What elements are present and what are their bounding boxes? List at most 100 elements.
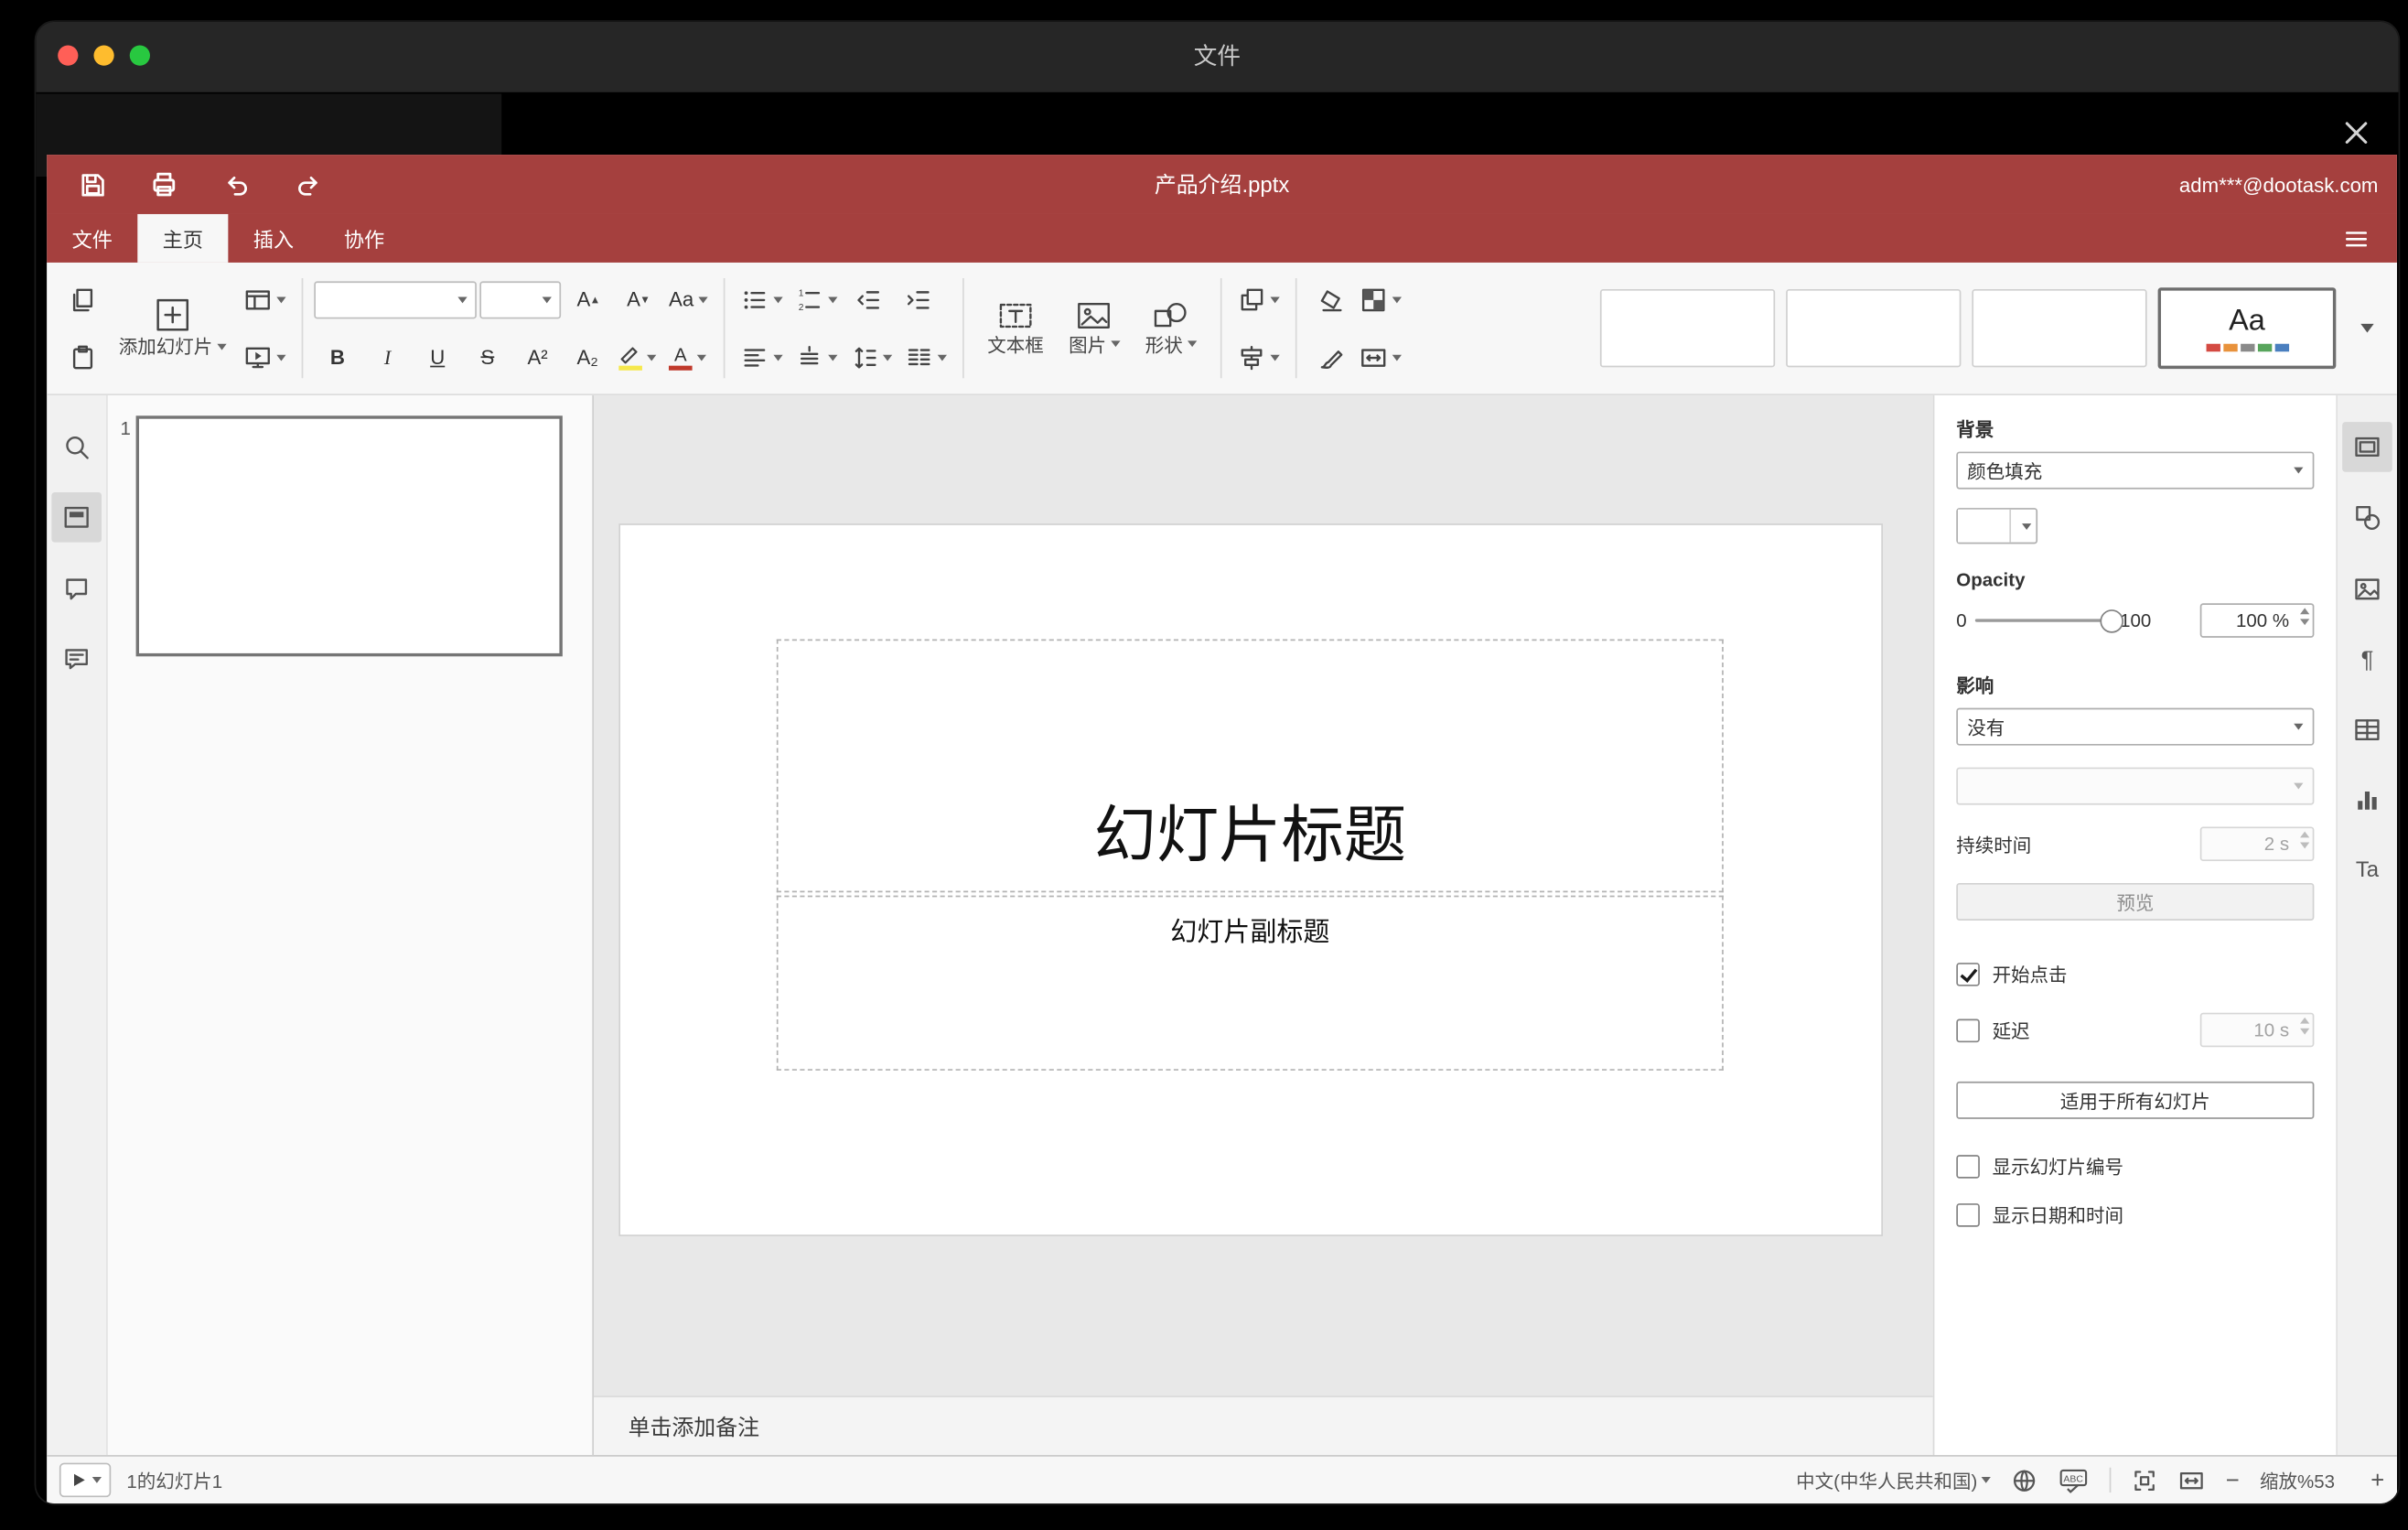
slide-thumbnail[interactable] xyxy=(135,415,563,657)
increase-indent-button[interactable] xyxy=(895,279,941,319)
duration-input[interactable]: 2 s xyxy=(2199,826,2315,862)
superscript-button[interactable]: A² xyxy=(514,337,561,377)
redo-button[interactable] xyxy=(281,161,334,208)
tab-file[interactable]: 文件 xyxy=(47,214,137,263)
print-button[interactable] xyxy=(137,161,190,208)
slide-settings-icon[interactable] xyxy=(2342,422,2392,472)
chart-settings-icon[interactable] xyxy=(2342,775,2392,825)
theme-thumbnail-selected[interactable]: Aa xyxy=(2157,287,2337,370)
presentation-editor: 产品介绍.pptx adm***@dootask.com 文件 主页 插入 协作 xyxy=(47,155,2397,1503)
bold-button[interactable]: B xyxy=(314,337,360,377)
line-spacing-button[interactable] xyxy=(845,337,897,377)
opacity-slider-knob[interactable] xyxy=(2099,609,2123,633)
spellcheck-icon[interactable]: ABC xyxy=(2059,1467,2090,1493)
shape-fill-button[interactable] xyxy=(1355,279,1406,319)
decrease-indent-button[interactable] xyxy=(845,279,892,319)
menu-tab-bar: 文件 主页 插入 协作 xyxy=(47,213,2397,263)
change-case-button[interactable]: Aa xyxy=(664,279,713,319)
insert-shape-button[interactable]: 形状 xyxy=(1133,293,1209,363)
delay-input[interactable]: 10 s xyxy=(2199,1012,2315,1048)
chevron-down-icon xyxy=(91,1476,102,1483)
strikethrough-button[interactable]: S xyxy=(464,337,511,377)
horizontal-align-button[interactable] xyxy=(736,337,787,377)
spinner-arrows[interactable] xyxy=(2300,831,2310,849)
spinner-arrows[interactable] xyxy=(2300,608,2310,626)
tab-collaboration[interactable]: 协作 xyxy=(318,214,409,263)
subscript-button[interactable]: A₂ xyxy=(564,337,611,377)
document-language-icon[interactable] xyxy=(2012,1467,2038,1493)
theme-thumbnail-3[interactable] xyxy=(1972,288,2147,368)
fit-to-slide-icon[interactable] xyxy=(2132,1467,2158,1493)
language-selector[interactable]: 中文(中华人民共和国) xyxy=(1796,1467,1992,1493)
font-name-combo[interactable] xyxy=(314,280,477,318)
effect-type-select[interactable] xyxy=(1956,767,2315,805)
start-slideshow-status-button[interactable] xyxy=(59,1462,112,1498)
delay-row: 延迟 10 s xyxy=(1956,1012,2315,1048)
numbering-button[interactable]: 12 xyxy=(790,279,842,319)
theme-thumbnail-1[interactable] xyxy=(1599,288,1776,368)
show-slide-number-checkbox[interactable] xyxy=(1956,1155,1980,1179)
paragraph-settings-icon[interactable]: ¶ xyxy=(2342,634,2392,684)
decrease-font-button[interactable]: A ▾ xyxy=(614,279,661,319)
italic-button[interactable]: I xyxy=(364,337,411,377)
background-color-swatch[interactable] xyxy=(1956,508,2038,544)
slides-panel-icon[interactable] xyxy=(51,491,102,543)
title-placeholder[interactable]: 幻灯片标题 xyxy=(776,639,1724,893)
chevron-down-icon xyxy=(1111,340,1121,348)
notes-area[interactable]: 单击添加备注 xyxy=(594,1395,1933,1456)
font-color-button[interactable]: A xyxy=(664,337,711,377)
chevron-down-icon xyxy=(542,296,552,303)
show-date-time-checkbox[interactable] xyxy=(1956,1203,1980,1227)
zoom-in-button[interactable]: + xyxy=(2370,1467,2384,1493)
text-art-settings-icon[interactable]: Ta xyxy=(2342,844,2392,894)
apply-to-all-slides-button[interactable]: 适用于所有幻灯片 xyxy=(1956,1081,2315,1119)
table-settings-icon[interactable] xyxy=(2342,705,2392,755)
fit-to-width-icon[interactable] xyxy=(2179,1467,2206,1493)
preview-button[interactable]: 预览 xyxy=(1956,882,2315,921)
theme-gallery-expand-button[interactable] xyxy=(2347,291,2381,366)
paste-button[interactable] xyxy=(59,337,106,377)
columns-button[interactable] xyxy=(900,337,951,377)
arrange-shapes-button[interactable] xyxy=(1232,279,1284,319)
highlight-color-button[interactable] xyxy=(614,337,661,377)
view-settings-menu-icon[interactable] xyxy=(2331,214,2381,263)
insert-textbox-button[interactable]: 文本框 xyxy=(975,293,1057,363)
copy-style-button[interactable] xyxy=(1307,337,1354,377)
bullets-button[interactable] xyxy=(736,279,787,319)
slide-layout-button[interactable] xyxy=(239,279,290,319)
background-fill-select[interactable]: 颜色填充 xyxy=(1956,451,2315,490)
opacity-label: Opacity xyxy=(1956,568,2026,591)
slide-editing-surface[interactable]: 幻灯片标题 幻灯片副标题 xyxy=(620,524,1882,1235)
start-slideshow-button[interactable] xyxy=(239,337,290,377)
save-button[interactable] xyxy=(66,161,119,208)
comments-icon[interactable] xyxy=(51,565,102,615)
copy-button[interactable] xyxy=(59,279,106,319)
theme-thumbnail-2[interactable] xyxy=(1786,288,1962,368)
align-shapes-button[interactable] xyxy=(1232,337,1284,377)
increase-font-button[interactable]: A ▴ xyxy=(564,279,611,319)
search-icon[interactable] xyxy=(51,422,102,472)
clear-style-button[interactable] xyxy=(1307,279,1354,319)
image-settings-icon[interactable] xyxy=(2342,565,2392,615)
subtitle-placeholder[interactable]: 幻灯片副标题 xyxy=(776,895,1724,1071)
underline-button[interactable]: U xyxy=(414,337,461,377)
start-on-click-checkbox[interactable] xyxy=(1956,963,1980,986)
undo-button[interactable] xyxy=(210,161,263,208)
delay-checkbox[interactable] xyxy=(1956,1018,1980,1042)
effect-select[interactable]: 没有 xyxy=(1956,707,2315,746)
zoom-out-button[interactable]: − xyxy=(2226,1467,2240,1493)
insert-image-button[interactable]: 图片 xyxy=(1056,293,1133,363)
vertical-align-button[interactable] xyxy=(790,337,842,377)
slide-size-button[interactable] xyxy=(1355,337,1406,377)
tab-home[interactable]: 主页 xyxy=(137,213,229,263)
opacity-value-input[interactable]: 100 % xyxy=(2199,603,2315,638)
opacity-slider-track[interactable] xyxy=(1974,609,2123,633)
close-icon[interactable] xyxy=(2333,110,2380,156)
add-slide-button[interactable]: 添加幻灯片 xyxy=(106,291,239,366)
font-size-combo[interactable] xyxy=(479,280,562,318)
chat-feedback-icon[interactable] xyxy=(51,634,102,684)
tab-insert[interactable]: 插入 xyxy=(228,214,318,263)
spinner-arrows[interactable] xyxy=(2300,1017,2310,1035)
shape-settings-icon[interactable] xyxy=(2342,492,2392,543)
play-icon xyxy=(74,1473,85,1486)
